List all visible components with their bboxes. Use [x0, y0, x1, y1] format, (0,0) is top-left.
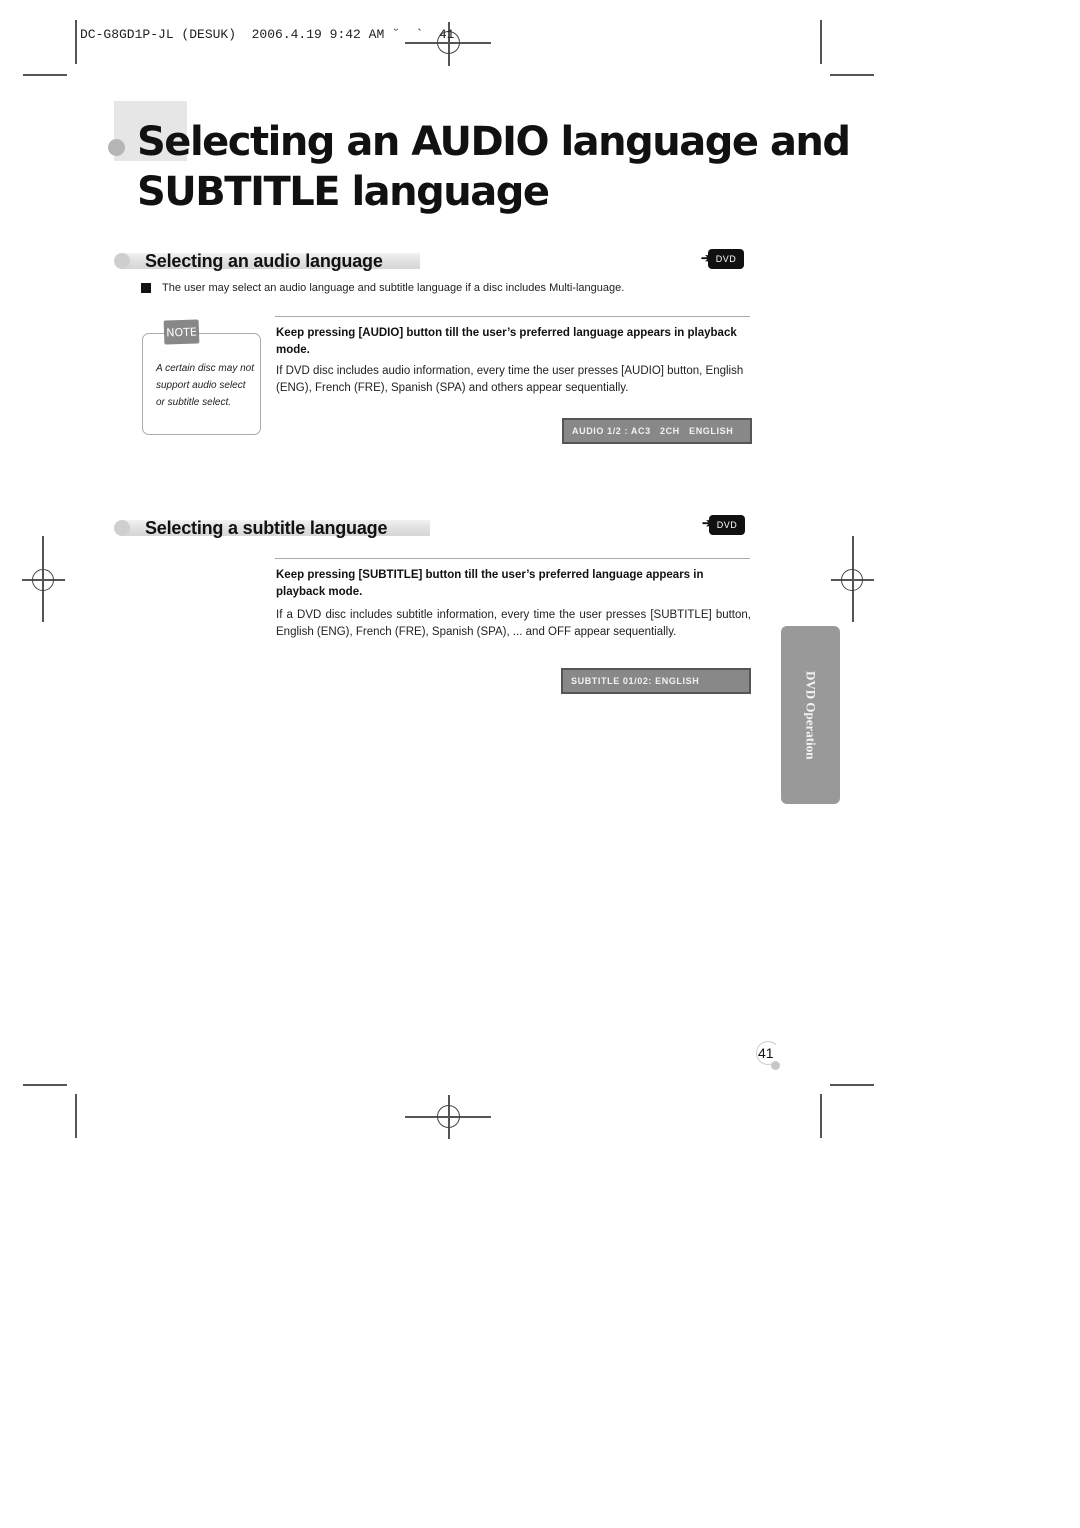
crop-mark — [75, 1094, 77, 1138]
subtitle-instruction-body: If a DVD disc includes subtitle informat… — [276, 609, 751, 638]
crop-mark — [23, 1084, 67, 1086]
crop-mark — [820, 1094, 822, 1138]
subtitle-osd-display: SUBTITLE 01/02: ENGLISH — [561, 668, 751, 694]
audio-section-heading: Selecting an audio language — [145, 251, 383, 271]
audio-instruction-body: If DVD disc includes audio information, … — [276, 365, 744, 394]
crop-mark — [830, 74, 874, 76]
square-bullet-icon — [141, 283, 151, 293]
print-slug: DC-G8GD1P-JL (DESUK) 2006.4.19 9:42 AM ˘… — [80, 27, 455, 42]
crop-mark — [23, 74, 67, 76]
note-tab-label: NOTE — [163, 319, 200, 345]
reg-circle — [437, 1105, 460, 1128]
chapter-side-tab-label-wrap: DVD Operation — [781, 626, 840, 804]
dvd-badge: DVD — [709, 515, 745, 535]
crop-mark — [820, 20, 822, 64]
section-bullet-icon — [114, 520, 130, 536]
divider — [275, 558, 750, 559]
page-number: 41 — [758, 1045, 774, 1061]
page-title-line1: Selecting an AUDIO language and — [137, 119, 851, 165]
crop-mark — [830, 1084, 874, 1086]
reg-circle — [32, 569, 54, 591]
note-text: A certain disc may not support audio sel… — [156, 363, 255, 408]
intro-text: The user may select an audio language an… — [162, 282, 625, 294]
subtitle-instruction-bold: Keep pressing [SUBTITLE] button till the… — [276, 569, 704, 598]
subtitle-section-heading: Selecting a subtitle language — [145, 518, 388, 538]
page-title: Selecting an AUDIO language and SUBTITLE… — [137, 117, 851, 217]
page-number-dot — [771, 1061, 780, 1070]
chapter-side-tab-label: DVD Operation — [803, 670, 819, 760]
crop-mark — [75, 20, 77, 64]
audio-osd-display: AUDIO 1/2 : AC3 2CH ENGLISH — [562, 418, 752, 444]
page-title-line2: SUBTITLE language — [137, 169, 550, 215]
section-bullet-icon — [114, 253, 130, 269]
reg-circle — [841, 569, 863, 591]
divider — [275, 316, 750, 317]
title-bullet-icon — [108, 139, 125, 156]
audio-instruction-bold: Keep pressing [AUDIO] button till the us… — [276, 327, 737, 356]
dvd-badge: DVD — [708, 249, 744, 269]
